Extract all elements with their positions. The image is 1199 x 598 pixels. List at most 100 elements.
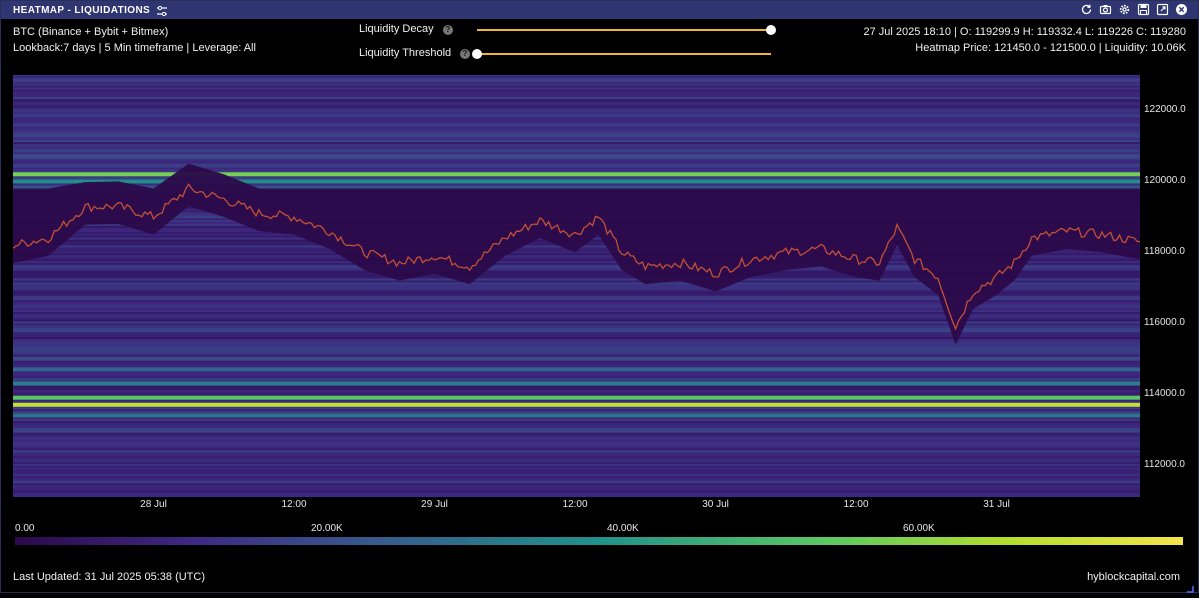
heatmap-streak xyxy=(13,389,1140,392)
heatmap-streak xyxy=(13,335,1140,338)
heatmap-streak xyxy=(13,339,1140,341)
x-tick-label: 30 Jul xyxy=(702,499,729,510)
heatmap-streak xyxy=(13,446,1140,449)
heatmap-streak xyxy=(13,163,1140,166)
heatmap-streak xyxy=(13,495,1140,497)
heatmap-streak xyxy=(13,161,1140,164)
colorbar-tick-label: 60.00K xyxy=(903,523,935,534)
heatmap-streak xyxy=(13,73,1140,76)
x-tick-label: 28 Jul xyxy=(140,499,167,510)
heatmap-streak xyxy=(13,477,1140,480)
x-tick-label: 29 Jul xyxy=(421,499,448,510)
ohlc-text: 27 Jul 2025 18:10 | O: 119299.9 H: 11933… xyxy=(863,26,1186,38)
heatmap-plot-area[interactable] xyxy=(12,73,1141,497)
heatmap-streak xyxy=(13,393,1140,396)
heatmap-streak xyxy=(13,485,1140,488)
title-bar: HEATMAP - LIQUIDATIONS xyxy=(1,1,1198,19)
heatmap-streak xyxy=(13,319,1140,322)
heatmap-streak xyxy=(13,459,1140,462)
heatmap-streak xyxy=(13,448,1140,451)
gear-icon[interactable] xyxy=(1118,3,1131,16)
heatmap-streak xyxy=(13,376,1140,379)
liquidity-decay-thumb[interactable] xyxy=(766,25,776,35)
liquidity-band xyxy=(13,470,1140,475)
heatmap-streak xyxy=(13,407,1140,410)
close-icon[interactable] xyxy=(1175,3,1188,16)
liquidity-threshold-slider[interactable] xyxy=(472,49,771,59)
heatmap-streak xyxy=(13,346,1140,349)
heatmap-streak xyxy=(13,489,1140,492)
heatmap-streak xyxy=(13,348,1140,351)
heatmap-streak xyxy=(13,364,1140,367)
x-tick-label: 12:00 xyxy=(281,499,307,510)
heatmap-streak xyxy=(13,101,1140,104)
colorbar-fill xyxy=(15,537,1183,545)
heatmap-streak xyxy=(13,114,1140,117)
heatmap-streak xyxy=(13,142,1140,144)
heatmap-streak xyxy=(13,378,1140,380)
y-tick-label: 118000.0 xyxy=(1144,246,1185,258)
heatmap-streak xyxy=(13,138,1140,141)
help-icon[interactable]: ? xyxy=(460,49,470,59)
liquidity-band xyxy=(13,92,1140,97)
refresh-icon[interactable] xyxy=(1080,3,1093,16)
heatmap-streak xyxy=(13,424,1140,427)
y-tick-label: 116000.0 xyxy=(1144,317,1185,329)
heatmap-streak xyxy=(13,99,1140,102)
liquidity-band xyxy=(13,119,1140,124)
heatmap-streak xyxy=(13,418,1140,421)
heatmap-streak xyxy=(13,467,1140,470)
heatmap-streak xyxy=(13,321,1140,324)
liquidity-band xyxy=(13,342,1140,347)
heatmap-streak xyxy=(13,149,1140,152)
colorbar-tick-label: 20.00K xyxy=(311,523,343,534)
heatmap-streak xyxy=(13,450,1140,453)
expand-icon[interactable] xyxy=(1156,3,1169,16)
heatmap-streak xyxy=(13,140,1140,143)
liquidity-band xyxy=(13,108,1140,113)
heatmap-price-text: Heatmap Price: 121450.0 - 121500.0 | Liq… xyxy=(915,42,1186,54)
liquidity-threshold-thumb[interactable] xyxy=(472,49,482,59)
heatmap-streak xyxy=(13,75,1140,78)
heatmap-streak xyxy=(13,438,1140,441)
y-tick-label: 122000.0 xyxy=(1144,104,1186,116)
resize-handle-icon[interactable] xyxy=(1186,580,1194,593)
liquidity-band xyxy=(13,133,1140,138)
camera-icon[interactable] xyxy=(1099,3,1112,16)
liquidity-decay-slider[interactable] xyxy=(477,25,776,35)
heatmap-streak xyxy=(13,325,1140,328)
liquidity-threshold-control: Liquidity Threshold ? xyxy=(359,47,779,61)
heatmap-streak xyxy=(13,354,1140,357)
heatmap-streak xyxy=(13,481,1140,484)
x-tick-label: 31 Jul xyxy=(983,499,1010,510)
settings-sliders-icon[interactable] xyxy=(156,4,168,17)
heatmap-streak xyxy=(13,103,1140,105)
colorbar-tick-label: 0.00 xyxy=(15,523,35,534)
heatmap-streak xyxy=(13,128,1140,131)
heatmap-streak xyxy=(13,350,1140,353)
heatmap-streak xyxy=(13,89,1140,92)
liquidity-decay-control: Liquidity Decay ? xyxy=(359,23,779,37)
heatmap-streak xyxy=(13,420,1140,423)
heatmap-streak xyxy=(13,352,1140,355)
heatmap-streak xyxy=(13,317,1140,320)
liquidity-band xyxy=(13,78,1140,83)
heatmap-streak xyxy=(13,124,1140,127)
ohlc-info: 27 Jul 2025 18:10 | O: 119299.9 H: 11933… xyxy=(863,24,1186,56)
heatmap-streak xyxy=(13,422,1140,425)
heatmap-streak xyxy=(13,83,1140,86)
heatmap-streak xyxy=(13,112,1140,115)
window-title: HEATMAP - LIQUIDATIONS xyxy=(13,4,151,16)
data-source-text: BTC (Binance + Bybit + Bitmex) xyxy=(13,26,169,38)
help-icon[interactable]: ? xyxy=(443,25,453,35)
brand-text: hyblockcapital.com xyxy=(1087,571,1180,583)
heatmap-streak xyxy=(13,315,1140,318)
x-tick-label: 12:00 xyxy=(843,499,869,510)
liquidity-band xyxy=(13,427,1140,432)
save-icon[interactable] xyxy=(1137,3,1150,16)
heatmap-streak xyxy=(13,323,1140,326)
heatmap-chart[interactable] xyxy=(12,73,1141,497)
heatmap-streak xyxy=(13,165,1140,168)
liquidity-threshold-label: Liquidity Threshold xyxy=(359,47,452,59)
liquidity-band xyxy=(13,328,1140,333)
